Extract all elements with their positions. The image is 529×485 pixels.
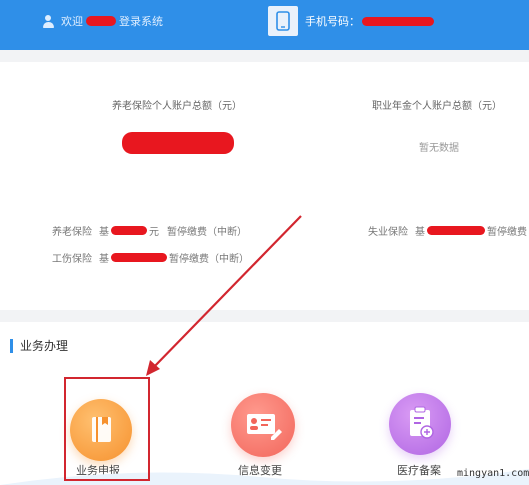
welcome-suffix: 登录系统: [119, 16, 163, 28]
unemployment-insurance-row: 失业保险 基 暂停缴费: [368, 223, 529, 238]
pension-unit: 元: [149, 227, 159, 238]
phone-number-redaction: [362, 16, 434, 26]
pension-insurance-name: 养老保险: [52, 227, 92, 238]
injury-insurance-name: 工伤保险: [52, 254, 92, 265]
clipboard-plus-icon: [410, 406, 434, 439]
pension-insurance-row: 养老保险 基 元 暂停缴费（中断）: [52, 223, 249, 238]
pension-base-redaction: [111, 226, 147, 235]
info-change-button[interactable]: [231, 393, 295, 457]
account-summary-card: 养老保险个人账户总额（元） 职业年金个人账户总额（元） 暂无数据 养老保险 基 …: [0, 62, 529, 310]
injury-insurance-row: 工伤保险 基 暂停缴费（中断）: [52, 250, 251, 265]
annuity-total-value: 暂无数据: [419, 143, 459, 154]
watermark-text: mingyan1.com: [457, 468, 529, 479]
pension-status: 暂停缴费（中断）: [167, 227, 247, 238]
id-card-edit-icon: [247, 414, 282, 440]
phone-label-text: 手机号码：: [305, 16, 360, 28]
pension-base-prefix: 基: [99, 227, 109, 238]
phone-icon-box: [268, 6, 298, 36]
injury-base-redaction: [111, 253, 167, 262]
unemployment-insurance-name: 失业保险: [368, 227, 408, 238]
highlight-box: [64, 377, 150, 481]
pension-total-redaction: [122, 132, 234, 154]
section-accent-bar: [10, 339, 13, 353]
phone-number: 手机号码：: [305, 13, 434, 29]
mobile-phone-icon: [276, 11, 290, 31]
top-header-bar: 欢迎 登录系统 手机号码：: [0, 0, 529, 50]
unemployment-status: 暂停缴费: [487, 227, 527, 238]
unemployment-base-redaction: [427, 226, 485, 235]
annuity-total-title: 职业年金个人账户总额（元）: [372, 101, 502, 112]
welcome-message: 欢迎 登录系统: [42, 13, 163, 29]
welcome-prefix: 欢迎: [61, 16, 83, 28]
unemployment-base-prefix: 基: [415, 227, 425, 238]
pension-total-title: 养老保险个人账户总额（元）: [112, 101, 242, 112]
username-redaction: [86, 16, 116, 26]
injury-status: 暂停缴费（中断）: [169, 254, 249, 265]
business-section-title: 业务办理: [20, 339, 69, 353]
medical-filing-button[interactable]: [389, 393, 451, 455]
injury-base-prefix: 基: [99, 254, 109, 265]
user-icon: [42, 14, 55, 28]
